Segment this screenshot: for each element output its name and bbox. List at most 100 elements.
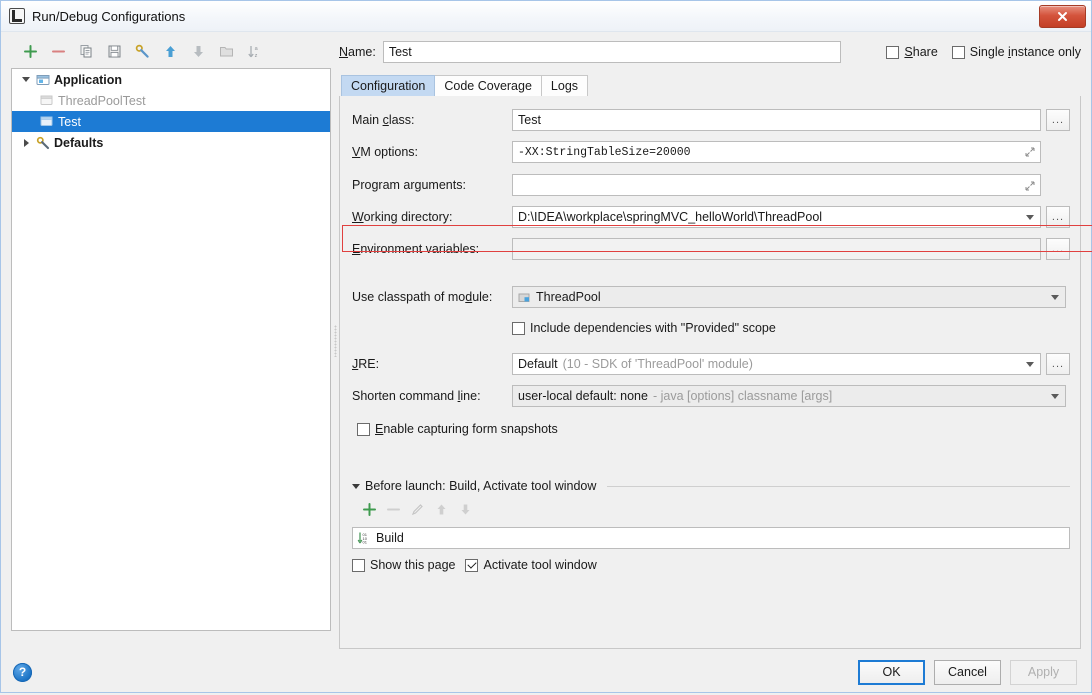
environment-variables-field-wrap (512, 238, 1041, 260)
activate-tool-window-checkbox-box[interactable] (465, 558, 479, 572)
jre-label: JRE: (352, 357, 380, 371)
title-bar: Run/Debug Configurations (1, 1, 1091, 32)
include-provided-checkbox[interactable]: Include dependencies with "Provided" sco… (512, 321, 776, 335)
chevron-down-icon[interactable] (1051, 394, 1059, 399)
arrow-up-icon (437, 504, 446, 515)
configuration-tab-panel: Main class: Test ... VM options: -XX:Str… (339, 96, 1092, 649)
show-this-page-label: Show this page (370, 558, 456, 572)
ok-button[interactable]: OK (858, 659, 925, 685)
vm-options-input[interactable]: -XX:StringTableSize=20000 (512, 141, 1041, 163)
tree-node-threadpooltest[interactable]: ThreadPoolTest (12, 90, 330, 111)
environment-variables-row: Environment variables: ... (352, 237, 1070, 261)
add-configuration-button[interactable] (17, 40, 43, 62)
single-instance-checkbox-box[interactable] (951, 45, 965, 59)
svg-text:a: a (254, 46, 258, 52)
tree-node-test[interactable]: Test (12, 111, 330, 132)
include-provided-row: Include dependencies with "Provided" sco… (352, 316, 1070, 340)
before-launch-header: Before launch: Build, Activate tool wind… (352, 479, 1070, 493)
edit-task-button[interactable] (410, 502, 425, 520)
jre-browse-button[interactable]: ... (1046, 353, 1070, 375)
working-directory-value: D:\IDEA\workplace\springMVC_helloWorld\T… (518, 210, 823, 224)
form-snapshots-checkbox[interactable]: Enable capturing form snapshots (357, 422, 558, 436)
vm-options-row: VM options: -XX:StringTableSize=20000 (352, 140, 1070, 164)
save-configuration-button[interactable] (101, 40, 127, 62)
name-input[interactable]: Test (382, 41, 841, 63)
tree-node-label: ThreadPoolTest (58, 93, 146, 108)
expand-editor-icon[interactable] (1025, 180, 1035, 191)
shorten-command-combo[interactable]: user-local default: none - java [options… (512, 385, 1066, 407)
expand-editor-icon[interactable] (1025, 147, 1035, 157)
configuration-editor-pane: Name: Test Share Single instance only Co… (331, 32, 1092, 649)
jre-row: JRE: Default (10 - SDK of 'ThreadPool' m… (352, 352, 1070, 376)
configurations-tree[interactable]: Application ThreadPoolTest Test Defaults (11, 68, 331, 631)
tree-node-application[interactable]: Application (12, 69, 330, 90)
environment-variables-input[interactable] (512, 238, 1041, 260)
expand-arrow-icon[interactable] (18, 77, 34, 82)
program-arguments-label: Program arguments: (352, 178, 466, 192)
dialog-action-buttons: OK Cancel Apply (858, 659, 1077, 685)
task-move-up-button[interactable] (434, 502, 449, 520)
jre-combo[interactable]: Default (10 - SDK of 'ThreadPool' module… (512, 353, 1041, 375)
remove-task-button[interactable] (386, 502, 401, 520)
chevron-down-icon[interactable] (1026, 362, 1034, 367)
main-class-input[interactable]: Test (512, 109, 1041, 131)
copy-configuration-button[interactable] (73, 40, 99, 62)
include-provided-checkbox-box[interactable] (512, 321, 525, 335)
form-snapshots-checkbox-box[interactable] (357, 422, 370, 436)
sort-configurations-button[interactable]: a z (241, 40, 267, 62)
tab-logs[interactable]: Logs (540, 75, 589, 96)
shorten-command-value: user-local default: none (518, 389, 648, 403)
intellij-idea-icon (9, 8, 25, 24)
apply-button[interactable]: Apply (1010, 659, 1077, 685)
move-down-button[interactable] (185, 40, 211, 62)
cancel-button[interactable]: Cancel (934, 659, 1001, 685)
task-move-down-button[interactable] (458, 502, 473, 520)
close-button[interactable] (1039, 5, 1086, 28)
share-checkbox[interactable]: Share (886, 45, 938, 59)
classpath-module-combo[interactable]: ThreadPool (512, 286, 1066, 308)
chevron-down-icon[interactable] (1026, 215, 1034, 220)
arrow-down-icon (461, 504, 470, 515)
move-up-button[interactable] (157, 40, 183, 62)
working-directory-combo[interactable]: D:\IDEA\workplace\springMVC_helloWorld\T… (512, 206, 1041, 228)
copy-icon (80, 44, 91, 57)
shorten-command-row: Shorten command line: user-local default… (352, 384, 1070, 408)
arrow-down-icon (193, 45, 203, 57)
run-debug-configurations-dialog: Run/Debug Configurations a z Application… (0, 0, 1092, 693)
main-class-browse-button[interactable]: ... (1046, 109, 1070, 131)
folder-icon (219, 46, 233, 56)
collapse-arrow-icon[interactable] (18, 139, 34, 147)
environment-variables-browse-button[interactable]: ... (1046, 238, 1070, 260)
working-directory-field-wrap: D:\IDEA\workplace\springMVC_helloWorld\T… (512, 206, 1041, 228)
show-this-page-checkbox[interactable]: Show this page (352, 558, 455, 572)
svg-text:z: z (254, 52, 257, 58)
before-launch-task-list[interactable]: 01 10 01 Build (352, 527, 1070, 549)
dialog-footer: ? OK Cancel Apply (1, 649, 1091, 695)
tab-code-coverage[interactable]: Code Coverage (434, 75, 542, 96)
classpath-module-field-wrap: ThreadPool (512, 286, 1066, 308)
working-directory-browse-button[interactable]: ... (1046, 206, 1070, 228)
main-class-field-wrap: Test (512, 109, 1041, 131)
plus-icon (363, 503, 376, 516)
single-instance-checkbox[interactable]: Single instance only (951, 45, 1081, 59)
tab-configuration[interactable]: Configuration (341, 75, 436, 96)
arrow-up-icon (165, 45, 175, 57)
remove-configuration-button[interactable] (45, 40, 71, 62)
edit-defaults-button[interactable] (129, 40, 155, 62)
tree-node-defaults[interactable]: Defaults (12, 132, 330, 153)
share-checkbox-box[interactable] (886, 45, 900, 59)
program-arguments-input[interactable] (512, 174, 1041, 196)
add-task-button[interactable] (362, 502, 377, 520)
before-launch-collapse-icon[interactable] (352, 483, 360, 489)
classpath-module-row: Use classpath of module: ThreadPool (352, 285, 1070, 309)
chevron-down-icon[interactable] (1051, 295, 1059, 300)
main-class-row: Main class: Test ... (352, 108, 1070, 132)
activate-tool-window-checkbox[interactable]: Activate tool window (465, 558, 597, 572)
save-icon (108, 45, 120, 57)
help-button[interactable]: ? (13, 662, 32, 682)
share-label: Share (904, 45, 938, 59)
show-this-page-checkbox-box[interactable] (352, 558, 365, 572)
create-folder-button[interactable] (213, 40, 239, 62)
classpath-module-value: ThreadPool (536, 290, 601, 304)
include-provided-label: Include dependencies with "Provided" sco… (530, 321, 776, 335)
